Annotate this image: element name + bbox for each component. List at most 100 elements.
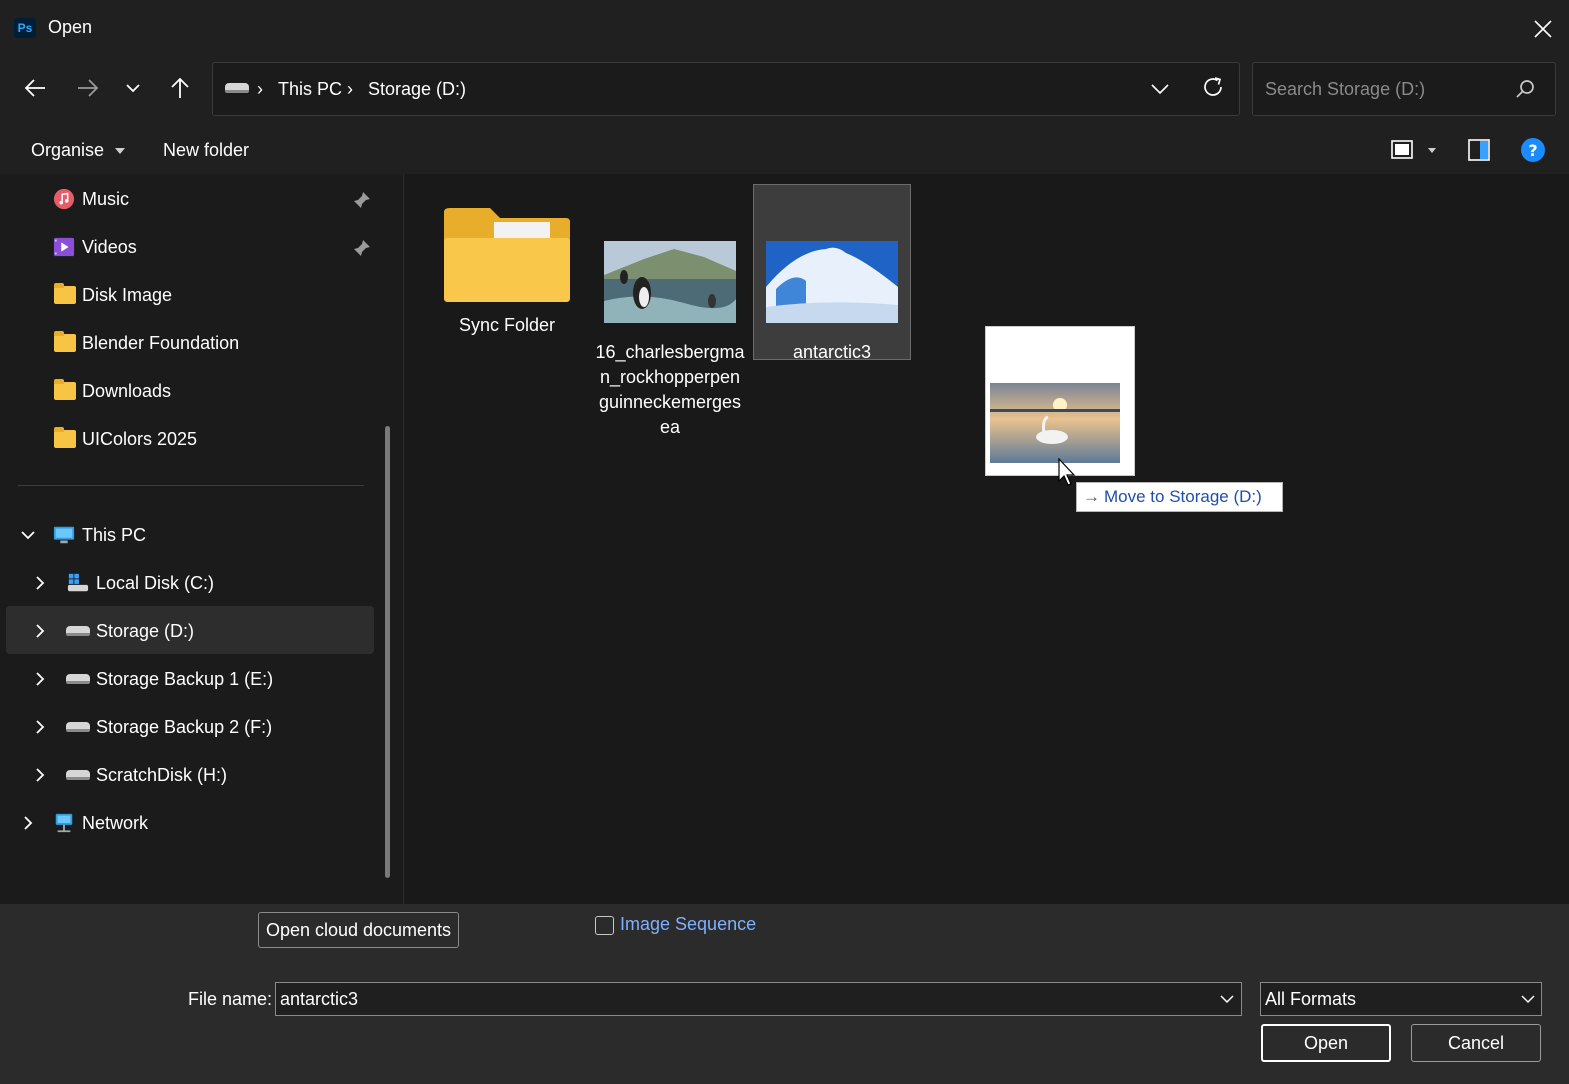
cancel-button[interactable]: Cancel (1411, 1024, 1541, 1062)
address-bar[interactable]: › This PC › Storage (D:) (212, 62, 1240, 116)
address-history-dropdown[interactable] (1151, 80, 1173, 100)
organise-button[interactable]: Organise (31, 140, 126, 161)
file-name-value: antarctic3 (280, 988, 359, 1009)
folder-icon (54, 379, 76, 400)
sidebar-item-label: Storage Backup 2 (F:) (96, 716, 273, 737)
image-thumbnail-antarctic (766, 241, 898, 323)
caret-down-icon (115, 148, 126, 155)
refresh-icon (1204, 77, 1222, 96)
sidebar-scrollbar[interactable] (385, 426, 390, 878)
file-format-select[interactable]: All Formats (1260, 982, 1542, 1016)
view-mode-icon (1391, 140, 1436, 159)
file-tile-antarctic3[interactable]: antarctic3 (753, 184, 911, 362)
pin-icon[interactable] (353, 239, 371, 257)
search-icon[interactable] (1515, 79, 1537, 101)
music-icon (53, 188, 75, 210)
sidebar-item-label: Downloads (82, 380, 172, 401)
file-tile-penguin-image[interactable]: 16_charlesbergman_rockhopperpenguinnecke… (591, 184, 749, 437)
drag-tooltip-text: Move to Storage (D:) (1104, 487, 1262, 506)
chevron-down-icon (126, 84, 140, 93)
forward-button[interactable] (68, 68, 108, 108)
sidebar-item-label: Disk Image (82, 284, 173, 305)
sidebar-item-uicolors-2025[interactable]: UIColors 2025 (54, 416, 197, 462)
arrow-right-icon: → (1083, 487, 1100, 506)
chevron-right-icon[interactable] (20, 815, 36, 831)
drive-icon (66, 674, 90, 684)
recent-locations-button[interactable] (113, 68, 153, 108)
sidebar-item-label: UIColors 2025 (82, 428, 198, 449)
breadcrumb-storage[interactable]: Storage (D:) (368, 79, 466, 100)
sidebar-item-label: Music (82, 188, 130, 209)
breadcrumb-this-pc[interactable]: This PC (278, 79, 342, 100)
image-thumbnail-penguins (604, 241, 736, 323)
sidebar-item-storage-backup-2-f[interactable]: Storage Backup 2 (F:) (66, 704, 272, 750)
sidebar-item-label: Network (82, 812, 149, 833)
sidebar-item-this-pc[interactable]: This PC (52, 512, 146, 558)
drive-icon (66, 722, 90, 732)
sidebar-item-storage-backup-1-e[interactable]: Storage Backup 1 (E:) (66, 656, 273, 702)
view-mode-button[interactable] (1390, 138, 1436, 162)
drag-preview (985, 326, 1135, 476)
arrow-left-icon (24, 79, 45, 97)
image-sequence-checkbox[interactable] (595, 916, 614, 935)
sidebar-item-blender-foundation[interactable]: Blender Foundation (54, 320, 239, 366)
photoshop-icon: Ps (14, 18, 36, 38)
chevron-down-icon[interactable] (20, 527, 36, 543)
open-button[interactable]: Open (1261, 1024, 1391, 1062)
chevron-right-icon[interactable] (32, 767, 48, 783)
image-thumbnail-swan (990, 383, 1120, 463)
up-button[interactable] (160, 68, 200, 108)
title-bar (0, 0, 1569, 52)
chevron-right-icon[interactable] (32, 719, 48, 735)
sidebar-divider (18, 485, 364, 486)
sidebar-item-storage-d[interactable]: Storage (D:) (66, 608, 194, 654)
sidebar-item-scratchdisk-h[interactable]: ScratchDisk (H:) (66, 752, 227, 798)
help-button[interactable]: ? (1520, 137, 1546, 163)
folder-icon (54, 283, 76, 304)
open-cloud-documents-button[interactable]: Open cloud documents (258, 912, 459, 948)
file-list: Sync Folder 16_charlesbergman_rockhopper… (405, 174, 1569, 904)
preview-pane-icon (1468, 139, 1490, 161)
sidebar-item-local-disk-c[interactable]: Local Disk (C:) (66, 560, 214, 606)
chevron-right-icon[interactable] (32, 623, 48, 639)
file-name-label: File name: (188, 989, 273, 1009)
breadcrumb-separator: › (347, 79, 353, 99)
sidebar-item-network[interactable]: Network (52, 800, 148, 846)
sidebar-item-label: Videos (82, 236, 137, 257)
close-button[interactable] (1524, 10, 1562, 48)
pin-icon[interactable] (353, 191, 371, 209)
windows-drive-icon (67, 573, 89, 592)
chevron-right-icon[interactable] (32, 671, 48, 687)
chevron-right-icon[interactable] (32, 575, 48, 591)
window-title: Open (48, 17, 93, 37)
folder-icon (54, 427, 76, 448)
close-icon (1534, 20, 1552, 38)
arrow-right-icon (78, 79, 99, 97)
computer-icon (53, 526, 75, 544)
sidebar-item-music[interactable]: Music (52, 176, 129, 222)
sidebar-item-videos[interactable]: Videos (52, 224, 137, 270)
chevron-down-icon[interactable] (1220, 994, 1234, 1004)
file-name: 16_charlesbergman_rockhopperpenguinnecke… (595, 342, 745, 437)
sidebar-item-disk-image[interactable]: Disk Image (54, 272, 172, 318)
network-icon (55, 813, 73, 833)
file-name-input[interactable]: antarctic3 (275, 982, 1242, 1016)
back-button[interactable] (15, 68, 55, 108)
search-input[interactable]: Search Storage (D:) (1252, 62, 1556, 116)
new-folder-button[interactable]: New folder (163, 140, 249, 161)
image-sequence-label[interactable]: Image Sequence (620, 914, 756, 935)
svg-text:?: ? (1528, 141, 1537, 160)
folder-icon (444, 208, 570, 302)
file-tile-sync-folder[interactable]: Sync Folder (428, 184, 586, 370)
drag-tooltip: → Move to Storage (D:) (1076, 482, 1283, 512)
drive-icon (66, 770, 90, 780)
file-format-value: All Formats (1265, 988, 1357, 1009)
sidebar-item-label: Storage (D:) (96, 620, 195, 641)
refresh-button[interactable] (1202, 76, 1226, 100)
breadcrumb-separator: › (257, 79, 263, 99)
organise-label: Organise (31, 140, 105, 160)
sidebar-item-label: Blender Foundation (82, 332, 240, 353)
file-name: Sync Folder (458, 315, 556, 335)
preview-pane-button[interactable] (1467, 138, 1491, 162)
sidebar-item-downloads[interactable]: Downloads (54, 368, 171, 414)
